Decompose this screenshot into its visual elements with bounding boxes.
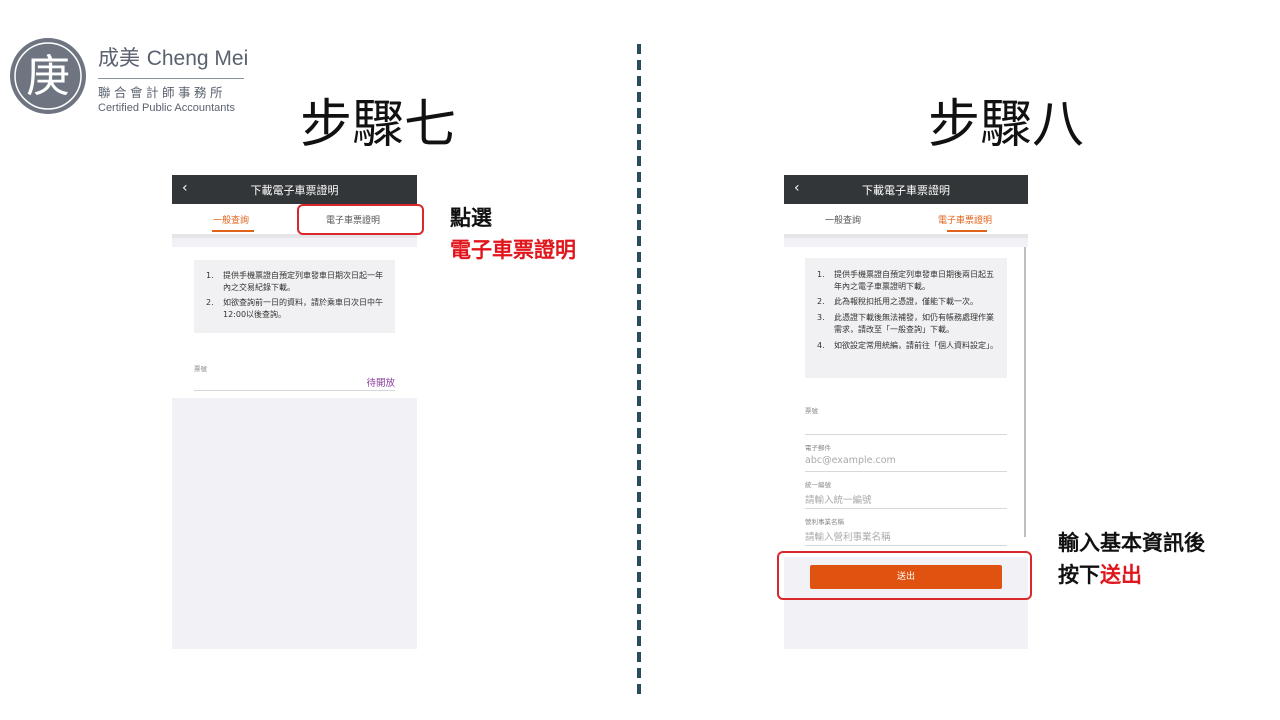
tax-id-input[interactable]: 請輸入統一編號 [805, 492, 872, 506]
logo-name-cn: 成美 [98, 46, 140, 70]
ticket-number-underline [194, 390, 395, 391]
step8-screen-title: 下載電子車票證明 [862, 184, 950, 197]
notice-text: 如欲設定常用統編，請前往「個人資料設定」。 [834, 341, 998, 350]
step8-instruction: 輸入基本資訊後 按下送出 [1058, 527, 1205, 591]
step8-tabs: 一般查詢 電子車票證明 [784, 204, 1028, 238]
ticket-number-input[interactable] [805, 434, 1007, 435]
company-name-label: 營利事業名稱 [805, 518, 844, 526]
step7-topbar: ‹ 下載電子車票證明 [172, 175, 417, 204]
logo-divider [98, 78, 244, 79]
notice-num: 1. [206, 271, 214, 280]
step7-notice-box: 1. 提供手機票證自預定列車發車日期次日起一年內之交易紀錄下載。 2. 如欲查詢… [194, 260, 395, 333]
email-underline [805, 471, 1007, 472]
step8-highlight-box [777, 551, 1032, 600]
step8-instruction-prefix: 按下 [1058, 563, 1100, 587]
step7-highlight-box [297, 204, 424, 235]
notice-num: 2. [817, 297, 825, 306]
step7-instruction-line2: 電子車票證明 [450, 238, 576, 262]
tax-id-label: 統一編號 [805, 481, 831, 489]
tax-id-underline [805, 508, 1007, 509]
company-name-input[interactable]: 請輸入營利事業名稱 [805, 529, 891, 543]
scrollbar[interactable] [1024, 247, 1026, 537]
firm-logo-emblem: 庚 [10, 38, 86, 114]
ticket-status-pending: 待開放 [366, 378, 395, 389]
notice-text: 如欲查詢前一日的資料，請於乘車日次日中午12:00以後查詢。 [223, 298, 383, 319]
step8-content: 1. 提供手機票證自預定列車發車日期後兩日起五年內之電子車票證明下載。 2. 此… [784, 247, 1028, 557]
section-divider [637, 44, 641, 700]
step7-instruction-line1: 點選 [450, 206, 492, 230]
step8-instruction-highlight: 送出 [1100, 563, 1142, 587]
tab-general-query[interactable]: 一般查詢 [213, 213, 249, 226]
step7-screen-title: 下載電子車票證明 [250, 184, 339, 197]
step8-notice-box: 1. 提供手機票證自預定列車發車日期後兩日起五年內之電子車票證明下載。 2. 此… [805, 258, 1007, 378]
email-label: 電子郵件 [805, 444, 831, 452]
tab-active-underline [212, 230, 254, 232]
logo-name-en: Cheng Mei [146, 47, 249, 70]
step8-topbar: ‹ 下載電子車票證明 [784, 175, 1028, 204]
step8-instruction-line1: 輸入基本資訊後 [1058, 531, 1205, 555]
tab-e-ticket-certificate[interactable]: 電子車票證明 [938, 213, 992, 226]
tab-active-underline [947, 230, 987, 232]
notice-text: 提供手機票證自預定列車發車日期次日起一年內之交易紀錄下載。 [223, 271, 383, 292]
step8-title: 步驟八 [928, 95, 1085, 155]
tab-general-query[interactable]: 一般查詢 [825, 213, 861, 226]
step7-phone-screen: ‹ 下載電子車票證明 一般查詢 電子車票證明 1. 提供手機票證自預定列車發車日… [172, 175, 417, 649]
notice-text: 此為報稅扣抵用之憑證，僅能下載一次。 [834, 297, 978, 306]
logo-firm-en: Certified Public Accountants [98, 102, 235, 114]
logo-name: 成美 Cheng Mei [98, 42, 248, 72]
notice-num: 3. [817, 313, 825, 322]
step7-title: 步驟七 [300, 95, 457, 155]
company-name-underline [805, 545, 1007, 546]
step7-content: 1. 提供手機票證自預定列車發車日期次日起一年內之交易紀錄下載。 2. 如欲查詢… [172, 247, 417, 398]
notice-text: 提供手機票證自預定列車發車日期後兩日起五年內之電子車票證明下載。 [834, 270, 994, 291]
notice-text: 此憑證下載後無法補發，如仍有帳務處理作業需求，請改至「一般查詢」下載。 [834, 313, 994, 334]
step8-instruction-line2: 按下送出 [1058, 559, 1205, 591]
logo-firm-cn: 聯合會計師事務所 [98, 85, 227, 100]
notice-num: 4. [817, 341, 825, 350]
email-input[interactable]: abc@example.com [805, 455, 896, 466]
logo-emblem-char: 庚 [26, 51, 70, 102]
notice-num: 1. [817, 270, 825, 279]
notice-num: 2. [206, 298, 214, 307]
ticket-number-label: 票號 [194, 365, 207, 373]
ticket-number-label: 票號 [805, 407, 818, 415]
step7-instruction: 點選 電子車票證明 [450, 202, 576, 266]
